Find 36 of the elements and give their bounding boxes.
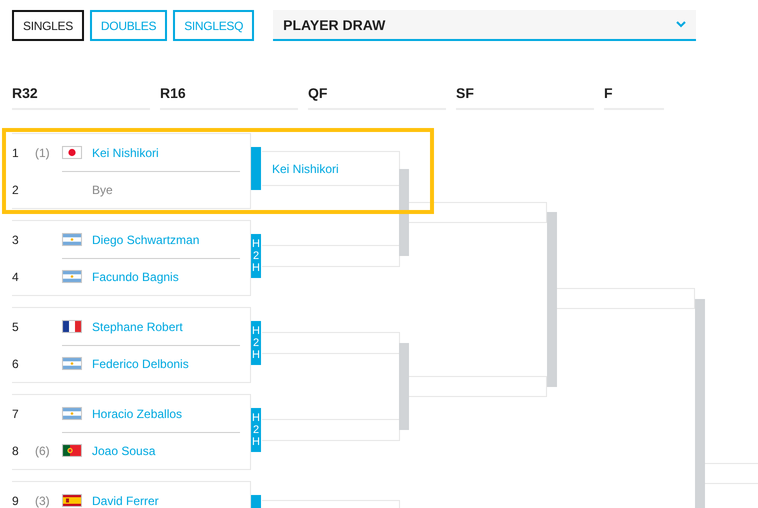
round-heading: SF <box>456 85 594 110</box>
head-to-head-button[interactable]: H2H <box>251 234 261 278</box>
draw-position: 5 <box>12 320 20 334</box>
draw-type-tab[interactable]: SINGLES <box>12 10 84 41</box>
draw-position: 8 <box>12 444 20 458</box>
draw-type-tab[interactable]: SINGLESQ <box>173 10 254 41</box>
player-name[interactable]: Joao Sousa <box>92 444 240 458</box>
draw-position: 1 <box>12 146 20 160</box>
round-heading: R16 <box>160 85 298 110</box>
player-name[interactable]: David Ferrer <box>92 494 240 508</box>
draw-position: 2 <box>12 182 20 196</box>
seed-number: (1) <box>35 146 51 160</box>
round-heading: R32 <box>12 85 150 110</box>
draw-dropdown[interactable]: PLAYER DRAW <box>273 10 696 41</box>
player-name[interactable]: Facundo Bagnis <box>92 270 240 284</box>
match-marker-bar <box>251 147 261 190</box>
round-heading: F <box>604 85 664 110</box>
draw-position: 4 <box>12 270 20 284</box>
player-name[interactable]: Federico Delbonis <box>92 356 240 370</box>
head-to-head-button[interactable]: H2H <box>251 321 261 365</box>
seed-number: (6) <box>35 444 51 458</box>
head-to-head-button[interactable]: H2H <box>251 408 261 452</box>
player-name[interactable]: Diego Schwartzman <box>92 232 240 246</box>
draw-position: 7 <box>12 406 20 420</box>
player-name[interactable]: Kei Nishikori <box>272 162 339 176</box>
draw-position: 6 <box>12 356 20 370</box>
player-name[interactable]: Stephane Robert <box>92 320 240 334</box>
player-name[interactable]: Kei Nishikori <box>92 146 240 160</box>
draw-position: 9 <box>12 494 20 508</box>
player-name: Bye <box>92 182 114 196</box>
round-heading: QF <box>308 85 446 110</box>
player-name[interactable]: Horacio Zeballos <box>92 406 240 420</box>
seed-number: (3) <box>35 494 51 508</box>
chevron-down-icon <box>676 21 686 28</box>
draw-position: 3 <box>12 232 20 246</box>
draw-type-tab[interactable]: DOUBLES <box>90 10 168 41</box>
